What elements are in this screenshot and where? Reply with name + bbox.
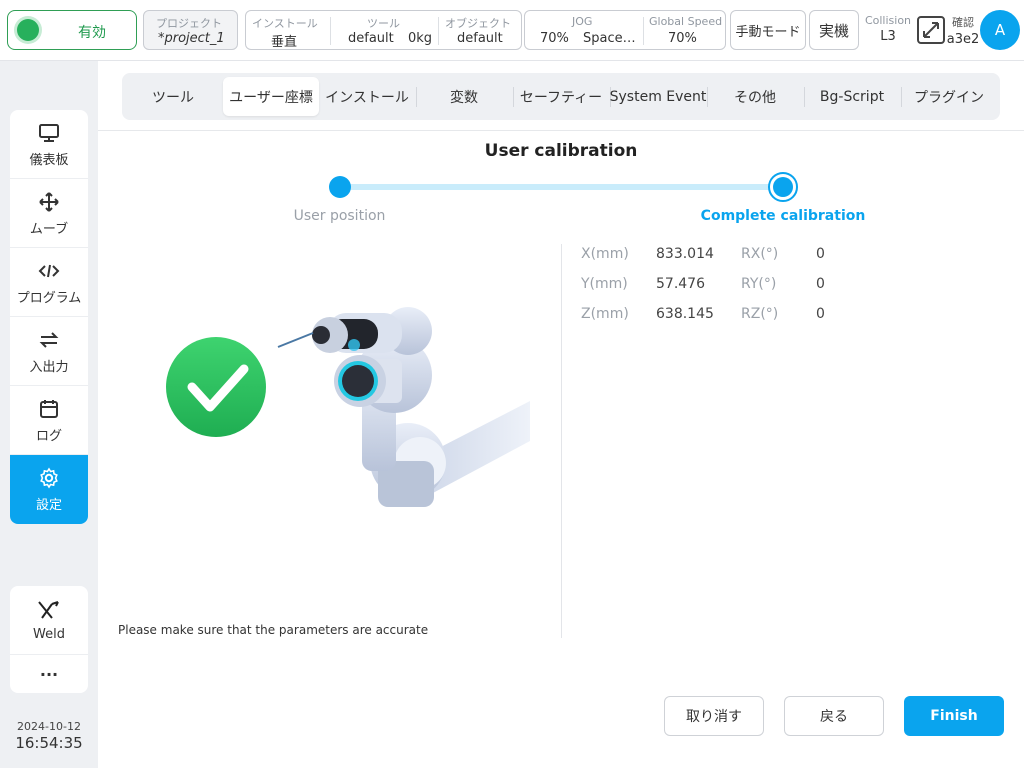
sidebar-item-label: Weld <box>33 626 65 642</box>
object-value: default <box>457 31 503 46</box>
divider <box>98 130 1024 131</box>
sidebar-item-label: 入出力 <box>29 359 69 375</box>
step-label-complete-calibration: Complete calibration <box>700 208 866 224</box>
project-selector[interactable]: プロジェクト *project_1 <box>143 10 238 50</box>
sidebar-secondary: Weld ··· <box>10 586 88 693</box>
confirm-value: a3e2 <box>946 32 980 47</box>
sidebar-item-log[interactable]: ログ <box>10 386 88 455</box>
divider <box>330 17 331 45</box>
install-tool-object-group[interactable]: インストール 垂直 ツール default 0kg オブジェクト default <box>245 10 522 50</box>
coord-label: RZ(°) <box>741 306 779 322</box>
tab-bar: ツール ユーザー座標 インストール 変数 セーフティー System Event… <box>122 73 1000 120</box>
sidebar-item-label: 儀表板 <box>29 152 69 168</box>
gear-icon <box>38 466 60 490</box>
status-dot-icon <box>17 19 39 41</box>
sidebar: 儀表板 ムーブ プログラム 入出力 ログ 設定 <box>10 110 88 524</box>
coord-label: RX(°) <box>741 246 779 262</box>
code-icon <box>38 259 60 283</box>
collision-indicator[interactable]: Collision L3 <box>864 14 912 44</box>
page-title: User calibration <box>484 141 638 161</box>
monitor-icon <box>38 121 60 145</box>
more-button[interactable]: ··· <box>10 655 88 693</box>
sidebar-item-program[interactable]: プログラム <box>10 248 88 317</box>
sidebar-item-dashboard[interactable]: 儀表板 <box>10 110 88 179</box>
coord-value: 0 <box>816 306 825 322</box>
jog-label: JOG <box>572 15 593 28</box>
coord-value: 0 <box>816 276 825 292</box>
more-icon: ··· <box>39 664 59 684</box>
time-display: 16:54:35 <box>15 734 83 752</box>
coord-label: RY(°) <box>741 276 777 292</box>
step-label-user-position: User position <box>293 208 386 224</box>
install-value: 垂直 <box>271 35 298 50</box>
step-marker-complete-calibration <box>768 172 798 202</box>
project-value: *project_1 <box>158 31 225 46</box>
cancel-button[interactable]: 取り消す <box>664 696 764 736</box>
coord-value: 638.145 <box>656 306 714 322</box>
sidebar-item-weld[interactable]: Weld <box>10 586 88 655</box>
divider <box>561 244 562 638</box>
speed-value: 70% <box>668 31 697 46</box>
manual-mode-button[interactable]: 手動モード <box>730 10 806 50</box>
enable-label: 有効 <box>78 25 106 41</box>
coord-label: Z(mm) <box>581 306 629 322</box>
sidebar-item-label: プログラム <box>16 290 82 306</box>
tab-bg-script[interactable]: Bg-Script <box>805 77 899 116</box>
welding-torch-icon <box>36 599 62 623</box>
tool-label: ツール <box>367 17 400 30</box>
move-arrows-icon <box>38 190 60 214</box>
tab-other[interactable]: その他 <box>708 77 802 116</box>
sidebar-item-label: ムーブ <box>29 221 69 237</box>
tab-user-coordinate[interactable]: ユーザー座標 <box>223 77 319 116</box>
sidebar-item-io[interactable]: 入出力 <box>10 317 88 386</box>
collision-label: Collision <box>864 14 912 27</box>
accuracy-note: Please make sure that the parameters are… <box>118 623 429 637</box>
coord-value: 57.476 <box>656 276 705 292</box>
sidebar-item-move[interactable]: ムーブ <box>10 179 88 248</box>
enable-status-button[interactable]: 有効 <box>7 10 137 50</box>
swap-icon <box>38 328 60 352</box>
top-bar: 有効 プロジェクト *project_1 インストール 垂直 ツール defau… <box>0 0 1024 61</box>
progress-track <box>342 184 784 190</box>
install-label: インストール <box>252 17 318 30</box>
finish-button[interactable]: Finish <box>904 696 1004 736</box>
sidebar-item-label: 設定 <box>35 498 62 513</box>
divider <box>438 17 439 45</box>
coord-label: X(mm) <box>581 246 629 262</box>
divider <box>643 17 644 45</box>
tab-tool[interactable]: ツール <box>126 77 220 116</box>
object-label: オブジェクト <box>445 17 511 30</box>
tool-weight: 0kg <box>408 31 433 46</box>
confirm-label: 確認 <box>952 16 974 29</box>
coord-value: 0 <box>816 246 825 262</box>
calibration-illustration <box>158 301 538 521</box>
jog-speed-group[interactable]: JOG 70% Space… Global Speed 70% <box>524 10 726 50</box>
real-robot-button[interactable]: 実機 <box>809 10 859 50</box>
coord-label: Y(mm) <box>581 276 628 292</box>
collision-value: L3 <box>880 29 896 44</box>
avatar[interactable]: A <box>980 10 1020 50</box>
jog-space: Space… <box>583 31 636 46</box>
speed-label: Global Speed <box>649 15 723 28</box>
sidebar-item-label: ログ <box>35 428 62 444</box>
back-button[interactable]: 戻る <box>784 696 884 736</box>
calendar-icon <box>38 397 60 421</box>
tool-value: default <box>348 31 394 46</box>
sidebar-item-settings[interactable]: 設定 <box>10 455 88 524</box>
tab-plugin[interactable]: プラグイン <box>902 77 996 116</box>
tab-install[interactable]: インストール <box>320 77 414 116</box>
confirm-indicator[interactable]: 確認 a3e2 <box>946 14 980 47</box>
fullscreen-icon[interactable] <box>917 16 945 44</box>
coord-value: 833.014 <box>656 246 714 262</box>
tab-safety[interactable]: セーフティー <box>514 77 608 116</box>
project-label: プロジェクト <box>156 17 222 30</box>
main-panel: ツール ユーザー座標 インストール 変数 セーフティー System Event… <box>98 61 1024 768</box>
date-display: 2024-10-12 <box>17 720 81 733</box>
tab-system-event[interactable]: System Event <box>610 77 707 116</box>
jog-value: 70% <box>540 31 569 46</box>
tab-variables[interactable]: 変数 <box>417 77 511 116</box>
step-marker-user-position <box>329 176 351 198</box>
